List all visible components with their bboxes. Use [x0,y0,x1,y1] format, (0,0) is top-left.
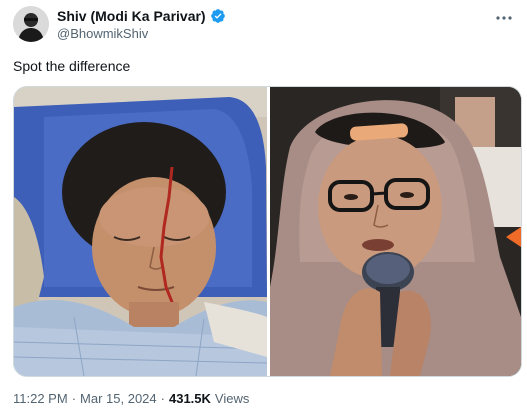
tweet-date[interactable]: Mar 15, 2024 [80,391,157,406]
author-handle[interactable]: @BhowmikShiv [57,26,148,41]
views-count: 431.5K [168,391,211,406]
tweet-time[interactable]: 11:22 PM [13,391,68,406]
tweet-metadata: 11:22 PM · Mar 15, 2024 · 431.5K Views [13,391,249,406]
meta-separator: · [160,391,165,406]
views-label: Views [214,391,250,406]
hospital-bed-photo[interactable] [14,87,267,376]
avatar[interactable] [13,6,49,42]
person-silhouette-icon [13,6,49,42]
tweet-header: Shiv (Modi Ka Parivar) @BhowmikShiv [13,6,527,46]
more-options-icon[interactable] [494,8,514,28]
tweet-media[interactable] [13,86,522,377]
author-display-name[interactable]: Shiv (Modi Ka Parivar) [57,8,206,24]
author-name-row: Shiv (Modi Ka Parivar) [57,8,226,24]
speaking-microphone-photo[interactable] [270,87,521,376]
meta-separator: · [71,391,77,406]
tweet-text: Spot the difference [13,58,131,74]
verified-badge-icon [210,8,226,24]
